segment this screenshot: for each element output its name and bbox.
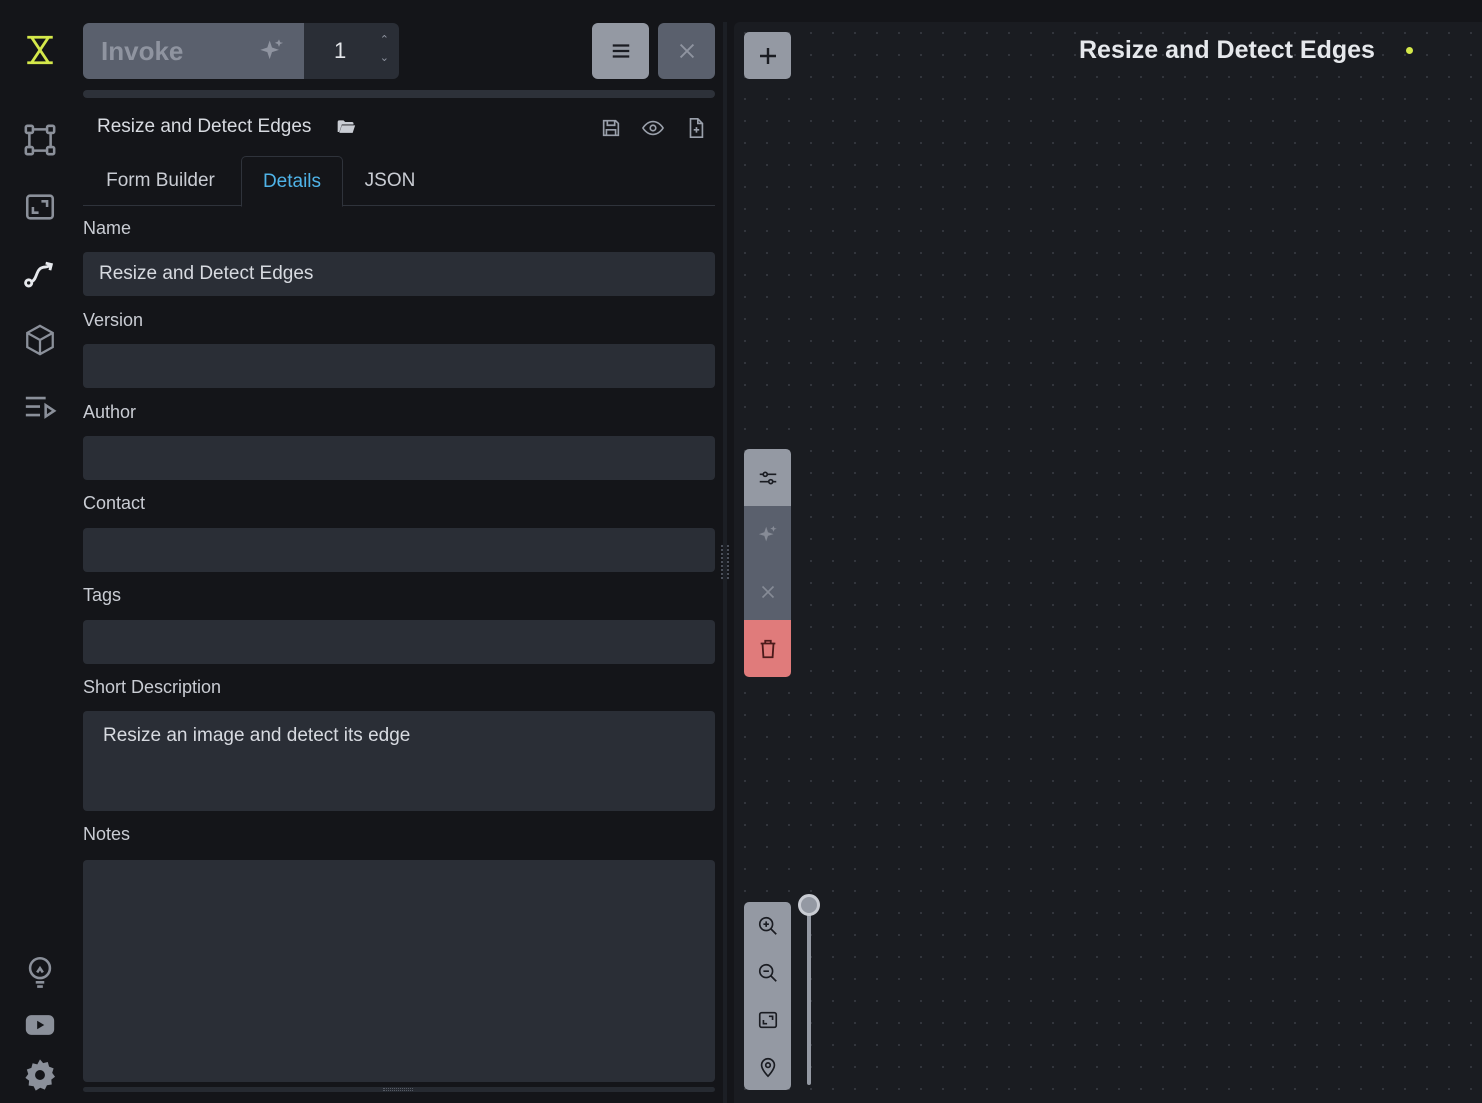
zoom-in-button[interactable] bbox=[744, 902, 791, 949]
new-file-icon[interactable] bbox=[685, 117, 707, 139]
workflow-canvas[interactable] bbox=[734, 22, 1482, 1103]
invoke-logo-icon[interactable] bbox=[20, 30, 60, 70]
gear-icon[interactable] bbox=[20, 1055, 60, 1095]
zoom-out-icon bbox=[758, 963, 777, 982]
iterations-stepper[interactable]: 1 ⌃ ⌄ bbox=[304, 23, 399, 79]
delete-button[interactable] bbox=[744, 620, 791, 677]
panel-resize-handle[interactable] bbox=[721, 545, 729, 579]
left-nav-rail bbox=[0, 0, 80, 1103]
minimap-toggle-button[interactable] bbox=[744, 1043, 791, 1090]
trash-icon bbox=[760, 639, 775, 658]
zoom-slider-track[interactable] bbox=[807, 905, 811, 1085]
workflow-title: Resize and Detect Edges bbox=[97, 116, 312, 137]
chevron-up-icon[interactable]: ⌃ bbox=[380, 31, 389, 49]
sliders-icon bbox=[759, 470, 776, 485]
name-label: Name bbox=[83, 218, 132, 238]
close-icon bbox=[761, 585, 774, 598]
version-label: Version bbox=[83, 310, 144, 330]
iterations-value: 1 bbox=[334, 38, 347, 63]
tab-form-builder[interactable]: Form Builder bbox=[83, 156, 238, 206]
canvas-icon[interactable] bbox=[20, 187, 60, 227]
cancel-canvas-button[interactable] bbox=[744, 563, 791, 620]
cancel-queue-button[interactable] bbox=[658, 23, 715, 79]
fit-view-button[interactable] bbox=[744, 996, 791, 1043]
contact-field[interactable] bbox=[83, 528, 715, 572]
app-root: Invoke 1 ⌃ ⌄ Resize and Detect Edges For… bbox=[0, 0, 1482, 1103]
queue-icon[interactable] bbox=[20, 388, 60, 428]
tab-json[interactable]: JSON bbox=[345, 156, 435, 206]
close-icon bbox=[679, 43, 694, 59]
notes-field[interactable] bbox=[83, 860, 715, 1082]
invoke-button-label: Invoke bbox=[101, 35, 184, 66]
sparkle-icon bbox=[758, 525, 777, 541]
add-node-button[interactable] bbox=[744, 32, 791, 79]
author-field[interactable] bbox=[83, 436, 715, 480]
tab-details[interactable]: Details bbox=[241, 156, 343, 207]
tags-field[interactable] bbox=[83, 620, 715, 664]
zoom-in-icon bbox=[758, 916, 777, 935]
menu-button[interactable] bbox=[592, 23, 649, 79]
author-label: Author bbox=[83, 402, 137, 422]
workflow-settings-button[interactable] bbox=[744, 449, 791, 506]
resize-grip[interactable] bbox=[383, 1088, 413, 1091]
chevron-down-icon[interactable]: ⌄ bbox=[380, 49, 389, 67]
eye-icon[interactable] bbox=[642, 117, 664, 139]
panel-tabs: Form Builder Details JSON bbox=[83, 156, 715, 207]
youtube-icon[interactable] bbox=[20, 1005, 60, 1045]
nodes-icon[interactable] bbox=[20, 120, 60, 160]
invoke-canvas-button[interactable] bbox=[744, 506, 791, 563]
name-field[interactable] bbox=[83, 252, 715, 296]
unsaved-indicator bbox=[1406, 47, 1413, 54]
invoke-button[interactable]: Invoke bbox=[83, 23, 304, 79]
short-description-field[interactable]: Resize an image and detect its edge bbox=[83, 711, 715, 811]
zoom-controls bbox=[744, 902, 791, 1090]
zoom-out-button[interactable] bbox=[744, 949, 791, 996]
workflows-icon[interactable] bbox=[20, 253, 60, 293]
stepper-arrows[interactable]: ⌃ ⌄ bbox=[380, 31, 389, 67]
hamburger-icon bbox=[612, 44, 629, 58]
version-field[interactable] bbox=[83, 344, 715, 388]
canvas-workflow-title: Resize and Detect Edges bbox=[1079, 36, 1375, 64]
canvas-action-toolbar bbox=[744, 449, 791, 677]
workflow-panel: Invoke 1 ⌃ ⌄ Resize and Detect Edges For… bbox=[80, 0, 725, 1103]
lightbulb-icon[interactable] bbox=[20, 951, 60, 991]
save-icon[interactable] bbox=[600, 117, 622, 139]
progress-bar bbox=[83, 90, 715, 98]
zoom-slider-thumb[interactable] bbox=[798, 894, 820, 916]
folder-open-icon[interactable] bbox=[336, 117, 356, 137]
plus-icon bbox=[759, 47, 776, 64]
fit-view-icon bbox=[758, 1011, 777, 1028]
contact-label: Contact bbox=[83, 493, 146, 513]
models-icon[interactable] bbox=[20, 320, 60, 360]
short-description-label: Short Description bbox=[83, 677, 222, 697]
sparkle-icon bbox=[260, 39, 284, 60]
tags-label: Tags bbox=[83, 585, 122, 605]
map-pin-icon bbox=[760, 1057, 775, 1077]
notes-label: Notes bbox=[83, 824, 131, 844]
